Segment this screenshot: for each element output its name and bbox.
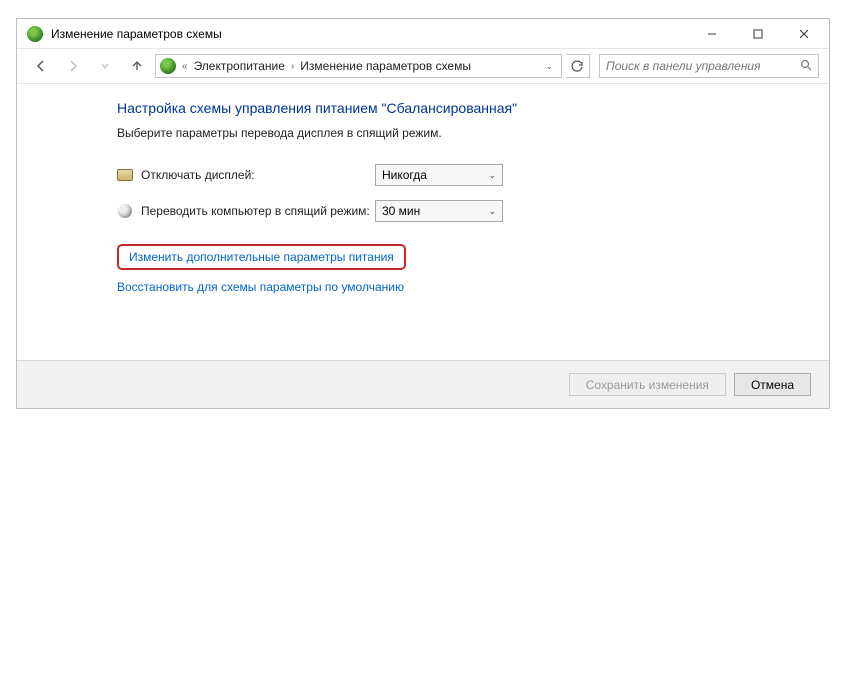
content-area: Настройка схемы управления питанием "Сба… — [17, 84, 829, 360]
sleep-value: 30 мин — [382, 204, 420, 218]
nav-toolbar: « Электропитание › Изменение параметров … — [17, 49, 829, 84]
search-icon — [800, 59, 812, 74]
close-button[interactable] — [781, 20, 827, 48]
control-panel-icon — [160, 58, 176, 74]
chevron-down-icon: ⌄ — [488, 206, 496, 217]
refresh-button[interactable] — [566, 54, 590, 78]
minimize-button[interactable] — [689, 20, 735, 48]
search-box[interactable] — [599, 54, 819, 78]
breadcrumb-current[interactable]: Изменение параметров схемы — [300, 59, 471, 73]
nav-up-button[interactable] — [123, 53, 151, 79]
chevron-down-icon[interactable]: ⌄ — [545, 61, 553, 72]
page-title: Настройка схемы управления питанием "Сба… — [117, 100, 799, 116]
display-off-value: Никогда — [382, 168, 427, 182]
monitor-icon — [117, 167, 133, 183]
titlebar: Изменение параметров схемы — [17, 19, 829, 49]
display-off-label: Отключать дисплей: — [141, 168, 255, 182]
sleep-label: Переводить компьютер в спящий режим: — [141, 204, 370, 218]
nav-history-dropdown[interactable] — [91, 53, 119, 79]
breadcrumb[interactable]: « Электропитание › Изменение параметров … — [155, 54, 562, 78]
page-subtitle: Выберите параметры перевода дисплея в сп… — [117, 126, 799, 140]
sleep-dropdown[interactable]: 30 мин ⌄ — [375, 200, 503, 222]
search-input[interactable] — [606, 59, 796, 73]
sleep-row: Переводить компьютер в спящий режим: 30 … — [117, 200, 799, 222]
power-plan-icon — [27, 26, 43, 42]
moon-icon — [117, 203, 133, 219]
window-frame: Изменение параметров схемы — [16, 18, 830, 409]
window-controls — [689, 20, 827, 48]
maximize-button[interactable] — [735, 20, 781, 48]
button-bar: Сохранить изменения Отмена — [17, 360, 829, 408]
save-button: Сохранить изменения — [569, 373, 726, 396]
breadcrumb-sep-icon: « — [180, 61, 190, 72]
breadcrumb-parent[interactable]: Электропитание — [194, 59, 285, 73]
nav-forward-button[interactable] — [59, 53, 87, 79]
cancel-button[interactable]: Отмена — [734, 373, 811, 396]
nav-back-button[interactable] — [27, 53, 55, 79]
display-off-row: Отключать дисплей: Никогда ⌄ — [117, 164, 799, 186]
chevron-right-icon: › — [289, 61, 296, 72]
chevron-down-icon: ⌄ — [488, 170, 496, 181]
restore-defaults-link[interactable]: Восстановить для схемы параметры по умол… — [117, 280, 404, 294]
display-off-dropdown[interactable]: Никогда ⌄ — [375, 164, 503, 186]
advanced-settings-link[interactable]: Изменить дополнительные параметры питани… — [129, 250, 394, 264]
highlight-annotation: Изменить дополнительные параметры питани… — [117, 244, 406, 270]
window-title: Изменение параметров схемы — [51, 27, 222, 41]
